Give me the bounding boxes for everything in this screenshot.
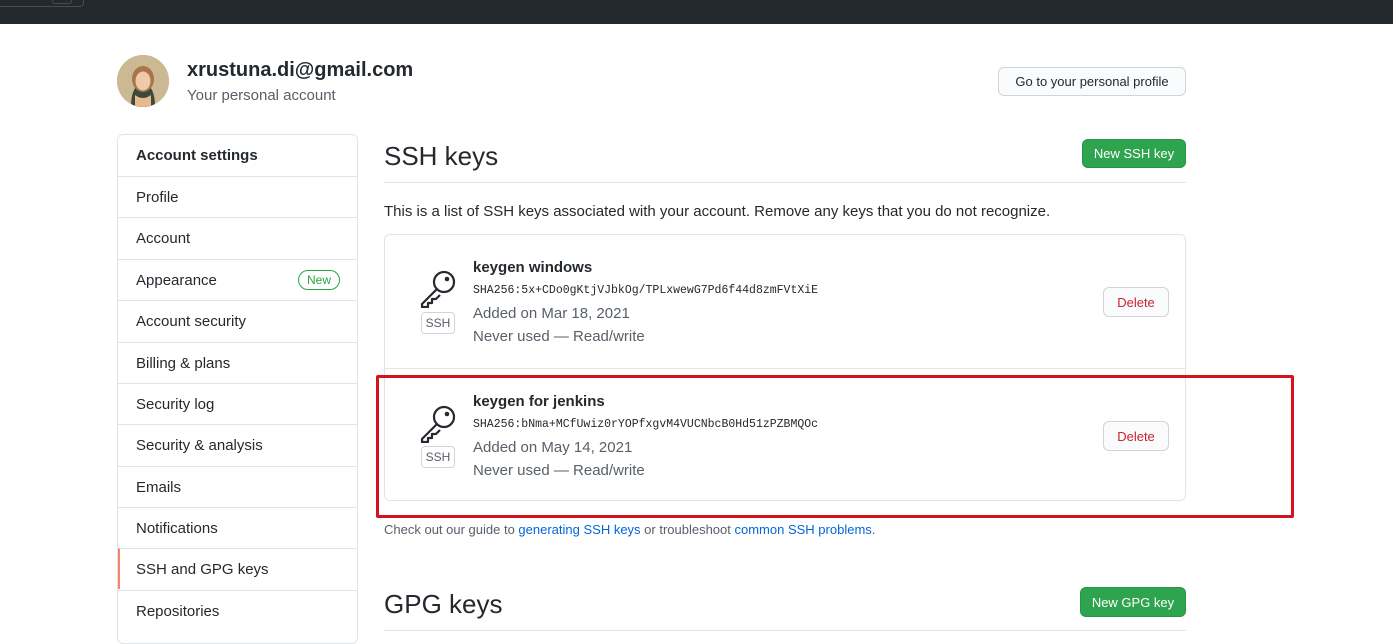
go-to-profile-button[interactable]: Go to your personal profile: [998, 67, 1186, 96]
key-fingerprint: SHA256:5x+CDo0gKtjVJbkOg/TPLxwewG7Pd6f44…: [473, 284, 819, 297]
menu-heading: Account settings: [136, 147, 258, 164]
ssh-description: This is a list of SSH keys associated wi…: [384, 203, 1051, 220]
ssh-type-label: SSH: [421, 312, 455, 334]
guide-prefix: Check out our guide to: [384, 522, 519, 537]
sidebar-item-label: Repositories: [136, 602, 220, 620]
search-shortcut-stub: [52, 0, 72, 4]
common-ssh-problems-link[interactable]: common SSH problems: [735, 522, 872, 537]
sidebar-item-emails[interactable]: Emails: [118, 466, 357, 507]
new-badge: New: [297, 270, 340, 290]
section-divider: [384, 630, 1186, 631]
sidebar-item-notifications[interactable]: Notifications: [118, 507, 357, 548]
account-subtitle: Your personal account: [187, 87, 336, 104]
sidebar-item-label: SSH and GPG keys: [136, 560, 269, 578]
account-email: xrustuna.di@gmail.com: [187, 59, 414, 81]
avatar[interactable]: [117, 55, 169, 107]
key-added-date: Added on Mar 18, 2021: [473, 305, 630, 322]
sidebar-item-billing[interactable]: Billing & plans: [118, 342, 357, 383]
sidebar-item-profile[interactable]: Profile: [118, 176, 357, 217]
sidebar-item-account[interactable]: Account: [118, 217, 357, 258]
settings-menu: Account settings Profile Account Appeara…: [117, 134, 358, 644]
sidebar-item-label: Billing & plans: [136, 354, 231, 372]
section-divider: [384, 182, 1186, 183]
delete-key-button[interactable]: Delete: [1103, 287, 1169, 317]
guide-middle: or troubleshoot: [640, 522, 735, 537]
key-usage: Never used — Read/write: [473, 328, 645, 345]
sidebar-item-label: Account security: [136, 312, 247, 330]
sidebar-item-account-security[interactable]: Account security: [118, 300, 357, 341]
new-ssh-key-button[interactable]: New SSH key: [1082, 139, 1186, 168]
ssh-keys-title: SSH keys: [384, 141, 499, 171]
sidebar-item-repositories[interactable]: Repositories: [118, 590, 357, 631]
sidebar-item-appearance[interactable]: Appearance New: [118, 259, 357, 300]
sidebar-item-label: Security log: [136, 395, 215, 413]
sidebar-item-ssh-gpg-keys[interactable]: SSH and GPG keys: [118, 548, 357, 589]
new-gpg-key-button[interactable]: New GPG key: [1080, 587, 1186, 617]
key-title: keygen windows: [473, 259, 593, 276]
sidebar-item-security-analysis[interactable]: Security & analysis: [118, 424, 357, 465]
sidebar-item-label: Security & analysis: [136, 436, 263, 454]
sidebar-item-label: Emails: [136, 478, 182, 496]
generating-ssh-keys-link[interactable]: generating SSH keys: [518, 522, 640, 537]
gpg-keys-title: GPG keys: [384, 589, 503, 619]
sidebar-item-label: Appearance: [136, 271, 217, 289]
top-navigation-bar: [0, 0, 1393, 24]
sidebar-item-label: Profile: [136, 188, 179, 206]
sidebar-item-label: Notifications: [136, 519, 218, 537]
sidebar-item-label: Account: [136, 229, 191, 247]
ssh-guide-text: Check out our guide to generating SSH ke…: [384, 522, 875, 537]
sidebar-item-security-log[interactable]: Security log: [118, 383, 357, 424]
highlight-annotation-box: [376, 375, 1294, 518]
key-icon: [420, 270, 456, 308]
guide-suffix: .: [871, 522, 876, 537]
list-item: SSH keygen windows SHA256:5x+CDo0gKtjVJb…: [385, 235, 1185, 368]
